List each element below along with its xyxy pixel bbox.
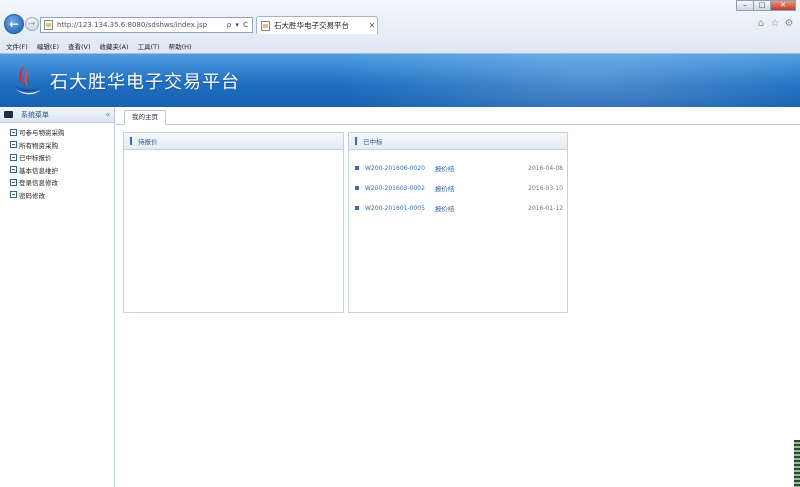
minimize-button[interactable]: – <box>736 0 754 11</box>
toolbar-icons: ⌂ ☆ ⚙ <box>756 19 794 29</box>
won-bid-list: W200-201606-0020 报价结 2016-04-08 W200-201… <box>349 150 567 218</box>
browser-chrome: ← → http://123.134.35.6:8080/sdshws/inde… <box>0 0 800 54</box>
list-item[interactable]: W200-201606-0020 报价结 2016-04-08 <box>349 158 567 178</box>
sidebar-item-all-purchases[interactable]: 所有物资采购 <box>0 139 114 152</box>
window-controls: – □ ✕ <box>736 0 796 11</box>
bullet-icon <box>355 186 359 190</box>
tab-close-icon[interactable]: ✕ <box>367 21 377 30</box>
pending-quote-list <box>124 150 343 158</box>
address-bar[interactable]: http://123.134.35.6:8080/sdshws/index.js… <box>40 17 253 33</box>
home-icon[interactable]: ⌂ <box>756 19 766 29</box>
content-tabs: 我的主页 <box>116 107 800 125</box>
logo-icon <box>14 65 41 95</box>
item-date: 2016-04-08 <box>528 164 563 172</box>
panel-accent-bar <box>355 137 357 145</box>
menu-item-icon <box>10 166 17 174</box>
sidebar: 系统菜单 « 可参与物资采购 所有物资采购 已中标报价 基本信息维护 登录信息修… <box>0 107 115 487</box>
header-glow <box>330 54 800 107</box>
won-bid-panel: 已中标 W200-201606-0020 报价结 2016-04-08 W200… <box>348 132 568 313</box>
panel-title: 待报价 <box>138 138 158 146</box>
panel-header: 待报价 <box>124 133 343 150</box>
sidebar-item-label: 登录信息修改 <box>19 179 58 188</box>
menu-item-icon <box>10 141 17 149</box>
maximize-button[interactable]: □ <box>753 0 771 11</box>
menu-item-icon <box>10 178 17 186</box>
sidebar-item-password[interactable]: 密码修改 <box>0 189 114 202</box>
item-code[interactable]: W200-201601-0005 <box>365 205 425 212</box>
url-text[interactable]: http://123.134.35.6:8080/sdshws/index.js… <box>57 21 227 29</box>
menu-edit[interactable]: 编辑(E) <box>37 41 59 51</box>
sidebar-item-label: 已中标报价 <box>19 154 52 163</box>
favorites-star-icon[interactable]: ☆ <box>770 19 780 29</box>
back-icon[interactable]: ← <box>4 14 24 34</box>
item-status[interactable]: 报价结 <box>435 183 528 193</box>
browser-tab[interactable]: 石大胜华电子交易平台 ✕ <box>256 16 378 34</box>
panel-header: 已中标 <box>349 133 567 150</box>
menu-help[interactable]: 帮助(H) <box>169 41 192 51</box>
item-code[interactable]: W200-201606-0020 <box>365 165 425 172</box>
menu-item-icon <box>10 153 17 161</box>
sidebar-title: 系统菜单 <box>21 110 49 119</box>
bullet-icon <box>355 166 359 170</box>
sidebar-item-available-purchases[interactable]: 可参与物资采购 <box>0 126 114 139</box>
item-date: 2016-03-10 <box>528 184 563 192</box>
sidebar-item-label: 所有物资采购 <box>19 141 58 150</box>
sidebar-item-label: 可参与物资采购 <box>19 129 65 138</box>
menu-bar: 文件(F) 编辑(E) 查看(V) 收藏夹(A) 工具(T) 帮助(H) <box>0 39 800 52</box>
panel-title: 已中标 <box>363 138 383 146</box>
monitor-icon <box>4 111 13 118</box>
tab-page-icon <box>261 20 270 31</box>
bullet-icon <box>355 206 359 210</box>
sidebar-item-label: 基本信息维护 <box>19 166 58 175</box>
page-icon <box>44 20 53 30</box>
forward-icon[interactable]: → <box>25 17 39 31</box>
pending-quote-panel: 待报价 <box>123 132 344 313</box>
sidebar-item-won-bids[interactable]: 已中标报价 <box>0 151 114 164</box>
sidebar-header: 系统菜单 « <box>0 107 114 123</box>
sidebar-item-label: 密码修改 <box>19 191 45 200</box>
tab-title: 石大胜华电子交易平台 <box>274 21 349 30</box>
gear-icon[interactable]: ⚙ <box>784 19 794 29</box>
tab-home[interactable]: 我的主页 <box>124 110 166 125</box>
menu-favorites[interactable]: 收藏夹(A) <box>100 41 129 51</box>
main-content: 我的主页 待报价 已中标 W200-201606-0020 报价结 2016-0… <box>116 107 800 487</box>
menu-item-icon <box>10 128 17 136</box>
item-date: 2016-01-12 <box>528 204 563 212</box>
menu-item-icon <box>10 191 17 199</box>
menu-tools[interactable]: 工具(T) <box>138 41 160 51</box>
panel-accent-bar <box>130 137 132 145</box>
list-item[interactable]: W200-201603-0002 报价结 2016-03-10 <box>349 178 567 198</box>
menu-view[interactable]: 查看(V) <box>68 41 91 51</box>
collapse-icon[interactable]: « <box>102 110 114 119</box>
sidebar-menu: 可参与物资采购 所有物资采购 已中标报价 基本信息维护 登录信息修改 密码修改 <box>0 123 114 201</box>
sidebar-item-login-info[interactable]: 登录信息修改 <box>0 176 114 189</box>
close-window-button[interactable]: ✕ <box>770 0 796 11</box>
search-refresh-icons[interactable]: ρ ▾ C <box>227 21 252 29</box>
item-status[interactable]: 报价结 <box>435 203 528 213</box>
item-code[interactable]: W200-201603-0002 <box>365 185 425 192</box>
site-title: 石大胜华电子交易平台 <box>50 72 240 93</box>
menu-file[interactable]: 文件(F) <box>6 41 28 51</box>
item-status[interactable]: 报价结 <box>435 163 528 173</box>
screen-edge-artifact <box>794 440 800 487</box>
site-header: 石大胜华电子交易平台 <box>0 54 800 107</box>
sidebar-item-basic-info[interactable]: 基本信息维护 <box>0 164 114 177</box>
list-item[interactable]: W200-201601-0005 报价结 2016-01-12 <box>349 198 567 218</box>
